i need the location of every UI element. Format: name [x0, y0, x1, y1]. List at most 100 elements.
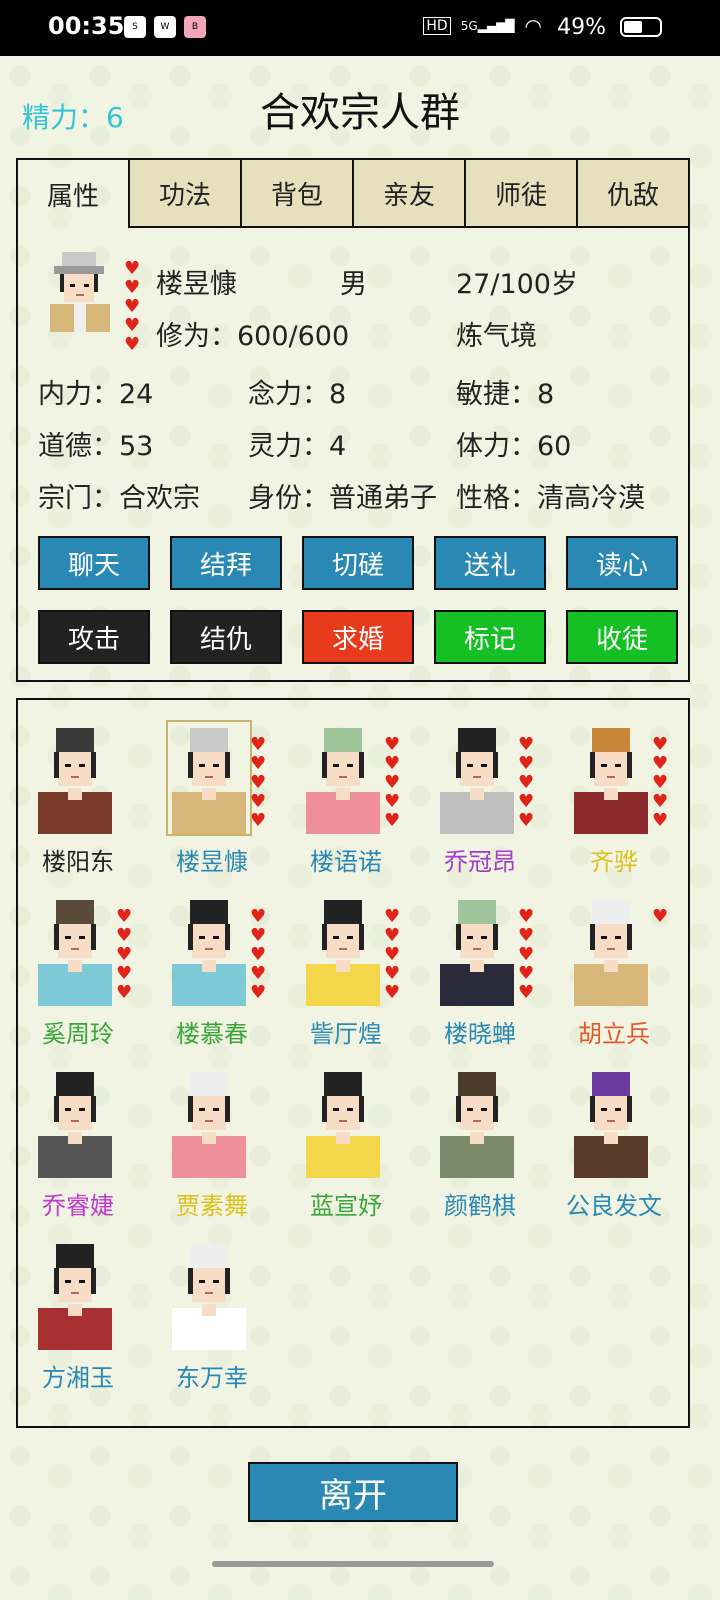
member-card[interactable]: 乔睿婕 [18, 1054, 148, 1220]
member-portrait [574, 1072, 648, 1178]
character-age: 27/100岁 [456, 269, 578, 300]
member-portrait [440, 900, 514, 1006]
member-card[interactable]: 訾厅煌 ♥ ♥ ♥ ♥ ♥ [286, 882, 416, 1048]
heart-icon: ♥ [250, 810, 267, 831]
member-portrait [38, 1244, 112, 1350]
member-name: 楼晓蝉 [444, 1020, 516, 1048]
member-portrait [38, 1072, 112, 1178]
member-portrait [574, 728, 648, 834]
heart-icon: ♥ [652, 906, 669, 927]
mark-button[interactable]: 标记 [434, 610, 546, 664]
signal-icon: 5G▂▄▆█ [460, 19, 515, 33]
member-card[interactable]: 齐骅 ♥ ♥ ♥ ♥ ♥ [554, 710, 684, 876]
member-hearts: ♥ ♥ ♥ ♥ ♥ [116, 908, 134, 1003]
member-card[interactable]: 奚周玲 ♥ ♥ ♥ ♥ ♥ [18, 882, 148, 1048]
member-card[interactable]: 贾素舞 [152, 1054, 282, 1220]
stat-lingli: 灵力：4 [248, 431, 347, 462]
member-card[interactable]: 颜鹤棋 [420, 1054, 550, 1220]
member-portrait [38, 900, 112, 1006]
member-card[interactable]: 楼晓蝉 ♥ ♥ ♥ ♥ ♥ [420, 882, 550, 1048]
member-card[interactable]: 楼昱慷 ♥ ♥ ♥ ♥ ♥ [152, 710, 282, 876]
tab-bar: 属性 功法 背包 亲友 师徒 仇敌 [18, 160, 688, 228]
leave-button[interactable]: 离开 [248, 1462, 458, 1522]
member-portrait [306, 728, 380, 834]
tab-attributes[interactable]: 属性 [18, 160, 130, 228]
page-title: 合欢宗人群 [260, 90, 460, 136]
action-row-2: 攻击 结仇 求婚 标记 收徒 [38, 610, 678, 664]
propose-button[interactable]: 求婚 [302, 610, 414, 664]
weibo-icon: B [184, 16, 206, 38]
member-portrait [440, 1072, 514, 1178]
stat-personality: 性格：清高冷漠 [456, 483, 645, 514]
member-portrait [306, 900, 380, 1006]
stat-tili: 体力：60 [456, 431, 572, 462]
member-name: 奚周玲 [42, 1020, 114, 1048]
heart-icon: ♥ [250, 982, 267, 1003]
member-name: 颜鹤棋 [444, 1192, 516, 1220]
action-row-1: 聊天 结拜 切磋 送礼 读心 [38, 536, 678, 590]
affection-hearts: ♥ ♥ ♥ ♥ ♥ [124, 260, 142, 355]
member-name: 楼阳东 [42, 848, 114, 876]
member-hearts: ♥ ♥ ♥ ♥ ♥ [384, 908, 402, 1003]
stat-neili: 内力：24 [38, 379, 154, 410]
spar-button[interactable]: 切磋 [302, 536, 414, 590]
member-portrait [574, 900, 648, 1006]
battery-percent: 49% [557, 15, 606, 40]
character-panel: 属性 功法 背包 亲友 师徒 仇敌 ♥ ♥ ♥ ♥ ♥ 楼昱慷 男 27/100… [16, 158, 690, 682]
member-card[interactable]: 楼慕春 ♥ ♥ ♥ ♥ ♥ [152, 882, 282, 1048]
status-time: 00:35 [48, 12, 125, 40]
tab-relatives[interactable]: 亲友 [354, 160, 466, 228]
gift-button[interactable]: 送礼 [434, 536, 546, 590]
member-portrait [172, 1072, 246, 1178]
member-card[interactable]: 楼语诺 ♥ ♥ ♥ ♥ ♥ [286, 710, 416, 876]
tab-enemies[interactable]: 仇敌 [578, 160, 688, 228]
wechat-icon: W [154, 16, 176, 38]
member-portrait [172, 900, 246, 1006]
member-card[interactable]: 蓝宣妤 [286, 1054, 416, 1220]
tab-backpack[interactable]: 背包 [242, 160, 354, 228]
member-grid: 楼阳东 楼昱慷 ♥ ♥ ♥ ♥ ♥ 楼语诺 ♥ ♥ ♥ ♥ ♥ 乔冠昂 ♥ ♥ ♥ ♥ ♥ 齐骅 ♥ ♥ ♥ ♥ ♥ 奚周玲 ♥ ♥ ♥… [16, 698, 690, 1428]
member-card[interactable]: 方湘玉 [18, 1226, 148, 1392]
member-card[interactable]: 乔冠昂 ♥ ♥ ♥ ♥ ♥ [420, 710, 550, 876]
member-card[interactable]: 公良发文 [554, 1054, 684, 1220]
tab-skills[interactable]: 功法 [130, 160, 242, 228]
member-name: 訾厅煌 [310, 1020, 382, 1048]
member-portrait [38, 728, 112, 834]
feud-button[interactable]: 结仇 [170, 610, 282, 664]
member-portrait [440, 728, 514, 834]
stat-nianli: 念力：8 [248, 379, 347, 410]
member-card[interactable]: 胡立兵 ♥ [554, 882, 684, 1048]
hd-icon: HD [423, 17, 451, 35]
member-name: 胡立兵 [578, 1020, 650, 1048]
attack-button[interactable]: 攻击 [38, 610, 150, 664]
member-name: 东万幸 [176, 1364, 248, 1392]
wifi-icon: ◠ [524, 14, 542, 38]
member-name: 方湘玉 [42, 1364, 114, 1392]
member-hearts: ♥ ♥ ♥ ♥ ♥ [518, 736, 536, 831]
read-mind-button[interactable]: 读心 [566, 536, 678, 590]
tab-master-disciple[interactable]: 师徒 [466, 160, 578, 228]
member-card[interactable]: 楼阳东 [18, 710, 148, 876]
battery-icon [620, 17, 662, 37]
member-card[interactable]: 东万幸 [152, 1226, 282, 1392]
member-name: 楼慕春 [176, 1020, 248, 1048]
member-hearts: ♥ ♥ ♥ ♥ ♥ [652, 736, 670, 831]
heart-icon: ♥ [518, 810, 535, 831]
network-label: 5G [460, 19, 478, 33]
member-portrait [172, 1244, 246, 1350]
heart-icon: ♥ [384, 982, 401, 1003]
member-portrait [166, 720, 252, 836]
member-name: 蓝宣妤 [310, 1192, 382, 1220]
home-indicator[interactable] [212, 1561, 494, 1567]
soul-app-icon: S [124, 16, 146, 38]
member-name: 贾素舞 [176, 1192, 248, 1220]
sworn-brother-button[interactable]: 结拜 [170, 536, 282, 590]
member-name: 楼昱慷 [176, 848, 248, 876]
member-name: 楼语诺 [310, 848, 382, 876]
member-hearts: ♥ ♥ ♥ ♥ ♥ [384, 736, 402, 831]
chat-button[interactable]: 聊天 [38, 536, 150, 590]
stat-sect: 宗门：合欢宗 [38, 483, 200, 514]
take-disciple-button[interactable]: 收徒 [566, 610, 678, 664]
member-name: 齐骅 [590, 848, 638, 876]
heart-icon: ♥ [518, 982, 535, 1003]
